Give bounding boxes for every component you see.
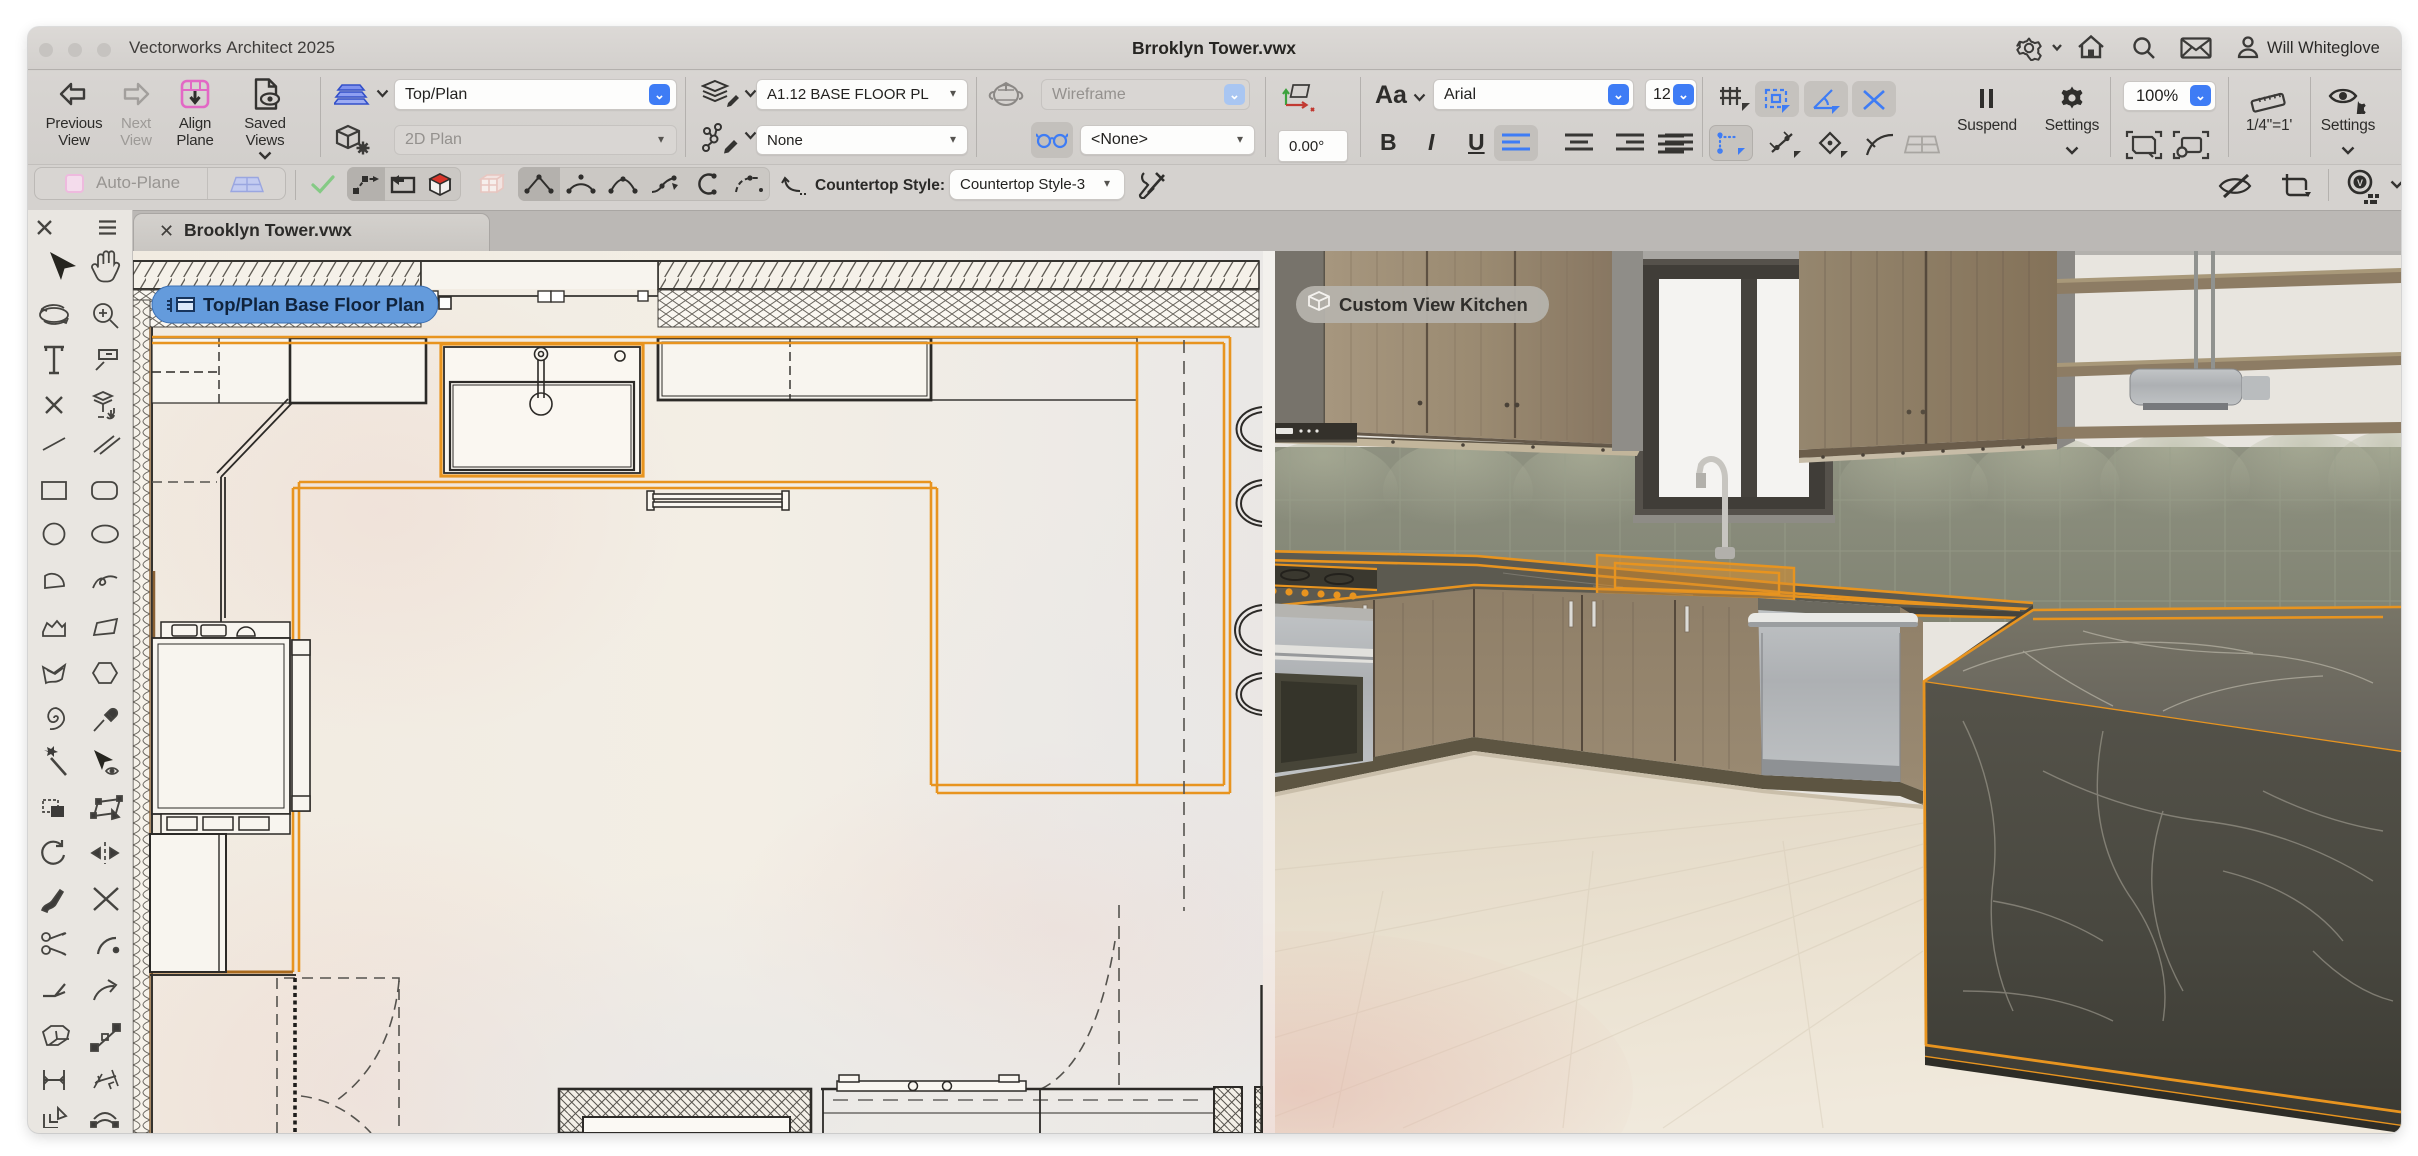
svg-text:Top/Plan Base Floor Plan: Top/Plan Base Floor Plan	[203, 294, 425, 315]
svg-text:V: V	[2357, 178, 2363, 188]
svg-text:Custom View Kitchen: Custom View Kitchen	[1339, 294, 1528, 315]
